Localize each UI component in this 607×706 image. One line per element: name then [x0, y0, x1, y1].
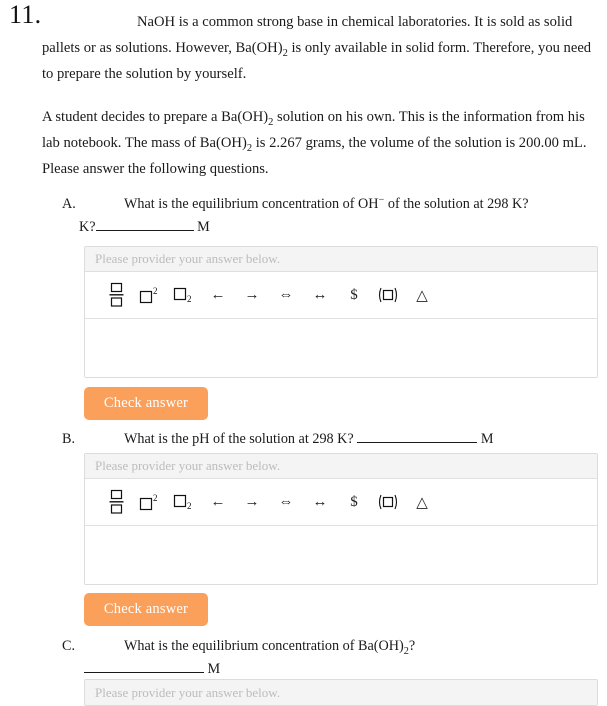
answer-editor-b-toolbar: 2 2 ← → ⇔ ↔ $ △	[85, 479, 597, 526]
answer-editor-b[interactable]: Please provider your answer below. 2 2 ←…	[84, 453, 598, 585]
dollar-s-icon[interactable]: $	[337, 483, 371, 521]
question-a-text: What is the equilibrium concentration of…	[124, 194, 600, 215]
intro-paragraph-1: NaOH is a common strong base in chemical…	[42, 9, 600, 87]
question-c-answer-line: M	[84, 659, 220, 680]
intro-paragraph-2: A student decides to prepare a Ba(OH)2 s…	[42, 104, 600, 182]
arrow-left-icon[interactable]: ←	[201, 483, 235, 521]
intro-p2-text-a: A student decides to prepare a Ba(OH)	[42, 109, 269, 125]
answer-editor-b-header: Please provider your answer below.	[85, 454, 597, 479]
answer-editor-c-placeholder: Please provider your answer below.	[95, 684, 281, 700]
answer-editor-a-input[interactable]	[85, 319, 597, 377]
double-arrow-icon[interactable]: ⇔	[269, 276, 303, 314]
subscript-icon[interactable]: 2	[167, 276, 201, 314]
arrow-right-icon[interactable]: →	[235, 483, 269, 521]
question-b-text: What is the pH of the solution at 298 K?…	[124, 429, 600, 450]
superscript-icon[interactable]: 2	[133, 483, 167, 521]
svg-text:2: 2	[187, 294, 192, 304]
left-right-arrow-icon[interactable]: ↔	[303, 276, 337, 314]
question-c-blank[interactable]	[84, 660, 204, 673]
answer-editor-a-toolbar: 2 2 ← → ⇔ ↔ $ △	[85, 272, 597, 319]
answer-editor-a[interactable]: Please provider your answer below. 2 2 ←…	[84, 246, 598, 378]
superscript-icon[interactable]: 2	[133, 276, 167, 314]
dollar-s-icon[interactable]: $	[337, 276, 371, 314]
svg-text:2: 2	[153, 493, 158, 503]
answer-editor-c-header: Please provider your answer below.	[85, 680, 597, 705]
question-b-label: B.	[62, 431, 76, 447]
question-a-blank[interactable]	[95, 218, 194, 231]
subscript-icon[interactable]: 2	[167, 483, 201, 521]
question-a-text-after: of the solution at 298 K?	[384, 196, 529, 212]
delta-triangle-icon[interactable]: △	[405, 483, 439, 521]
svg-text:2: 2	[187, 501, 192, 511]
question-c-text: What is the equilibrium concentration of…	[124, 636, 600, 657]
left-right-arrow-icon[interactable]: ↔	[303, 483, 337, 521]
answer-editor-a-header: Please provider your answer below.	[85, 247, 597, 272]
double-arrow-icon[interactable]: ⇔	[269, 483, 303, 521]
check-answer-button-b[interactable]: Check answer	[84, 593, 208, 626]
check-answer-button-a[interactable]: Check answer	[84, 387, 208, 420]
question-c-text-after: ?	[408, 638, 416, 654]
fraction-icon[interactable]	[99, 276, 133, 314]
arrow-right-icon[interactable]: →	[235, 276, 269, 314]
question-b-unit: M	[480, 431, 494, 447]
question-b-text-main: What is the pH of the solution at 298 K?	[124, 431, 354, 447]
answer-editor-a-placeholder: Please provider your answer below.	[95, 251, 281, 266]
question-a-unit: M	[197, 219, 210, 235]
question-c-unit: M	[207, 661, 221, 677]
question-a-label: A.	[62, 196, 76, 212]
parenthesis-box-icon[interactable]	[371, 483, 405, 521]
parenthesis-box-icon[interactable]	[371, 276, 405, 314]
question-a-answer-line: K? M	[79, 217, 210, 238]
worksheet-page: 11. NaOH is a common strong base in chem…	[0, 0, 607, 706]
question-c-label: C.	[62, 638, 76, 654]
arrow-left-icon[interactable]: ←	[201, 276, 235, 314]
question-b-blank[interactable]	[357, 430, 478, 443]
answer-editor-b-input[interactable]	[85, 526, 597, 584]
problem-number: 11.	[9, 0, 42, 29]
question-c-text-before: What is the equilibrium concentration of…	[124, 638, 404, 654]
answer-editor-b-placeholder: Please provider your answer below.	[95, 458, 281, 473]
svg-text:2: 2	[153, 286, 158, 296]
fraction-icon[interactable]	[99, 483, 133, 521]
question-a-line-prefix: K?	[79, 219, 96, 235]
delta-triangle-icon[interactable]: △	[405, 276, 439, 314]
question-a-text-before: What is the equilibrium concentration of…	[124, 196, 379, 212]
answer-editor-c[interactable]: Please provider your answer below.	[84, 679, 598, 706]
